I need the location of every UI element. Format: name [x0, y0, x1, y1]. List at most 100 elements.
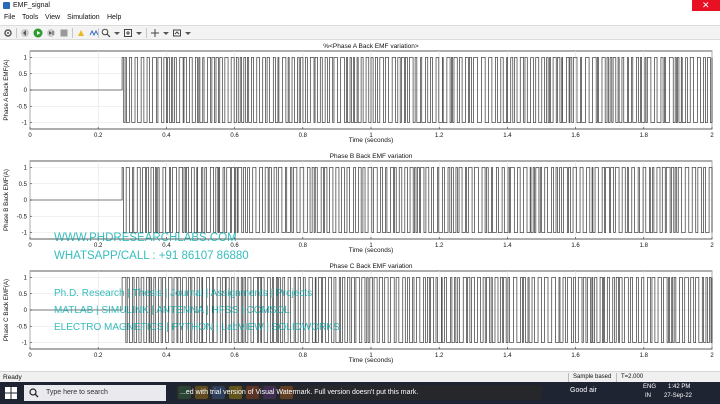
watermark-phone: WHATSAPP/CALL : +91 86107 86880	[54, 250, 249, 262]
x-axis-label: Time (seconds)	[349, 357, 394, 364]
watermark-topics: ELECTRO MAGNETICS | PYTHON | LabVIEW | S…	[54, 322, 340, 333]
trial-watermark-banner: ...ed with trial version of Visual Water…	[176, 385, 542, 400]
x-tick-label: 0.2	[94, 353, 103, 359]
watermark-services: Ph.D. Research | Thesis | Journal | Assi…	[54, 288, 313, 299]
x-tick-label: 1.4	[503, 353, 512, 359]
region-indicator[interactable]: IN	[645, 393, 651, 399]
language-indicator[interactable]: ENG	[643, 384, 656, 390]
x-tick-label: 1.2	[435, 243, 444, 249]
y-tick-label: 1	[24, 166, 28, 172]
plot-title: Phase C Back EMF variation	[329, 263, 412, 270]
x-tick-label: 1.2	[435, 353, 444, 359]
x-tick-label: 0.8	[299, 133, 308, 139]
y-tick-label: 0.5	[19, 182, 28, 188]
stop-icon[interactable]	[59, 28, 69, 38]
x-tick-label: 2	[710, 243, 714, 249]
watermark-website: WWW.PHDRESEARCHLABS.COM	[54, 232, 237, 244]
x-axis-label: Time (seconds)	[349, 247, 394, 254]
x-tick-label: 0	[28, 353, 32, 359]
fit-icon[interactable]	[123, 28, 133, 38]
toolbar-separator	[16, 28, 17, 38]
run-icon[interactable]	[33, 28, 43, 38]
x-tick-label: 1.4	[503, 243, 512, 249]
x-tick-label: 0.4	[162, 133, 171, 139]
y-axis-label: Phase C Back EMF(A)	[3, 279, 10, 341]
x-tick-label: 0.2	[94, 133, 103, 139]
menu-tools[interactable]: Tools	[22, 12, 38, 24]
plot-title: Phase B Back EMF variation	[330, 153, 413, 160]
y-tick-label: -1	[22, 341, 28, 347]
y-tick-label: 1	[24, 56, 28, 62]
window-titlebar: EMF_signal ✕	[0, 0, 720, 11]
menu-file[interactable]: File	[4, 12, 15, 24]
back-icon[interactable]	[20, 28, 30, 38]
x-tick-label: 0	[28, 133, 32, 139]
menu-bar: File Tools View Simulation Help	[0, 12, 720, 24]
x-tick-label: 1.4	[503, 133, 512, 139]
y-tick-label: -1	[22, 121, 28, 127]
clock-date[interactable]: 27-Sep-22	[664, 393, 692, 399]
scope-toolbar	[0, 25, 720, 40]
status-separator	[568, 373, 569, 382]
watermark-tools: MATLAB | SIMULINK | ANTENNA | HFSS | COM…	[54, 305, 290, 316]
highlight-icon[interactable]	[76, 28, 86, 38]
y-tick-label: 0	[24, 308, 28, 314]
clock-time[interactable]: 1:42 PM	[668, 384, 690, 390]
y-tick-label: 1	[24, 276, 28, 282]
chevron-down-icon[interactable]	[134, 28, 144, 38]
menu-simulation[interactable]: Simulation	[67, 12, 100, 24]
close-button[interactable]: ✕	[692, 0, 720, 11]
search-placeholder: Type here to search	[46, 389, 108, 396]
weather-status[interactable]: Good air	[570, 387, 597, 394]
x-tick-label: 1.6	[571, 353, 580, 359]
gear-icon[interactable]	[3, 28, 13, 38]
taskbar-search-box[interactable]: Type here to search	[24, 385, 166, 401]
x-axis-label: Time (seconds)	[349, 137, 394, 144]
cursor-icon[interactable]	[150, 28, 160, 38]
matlab-app-icon	[3, 2, 10, 9]
x-tick-label: 2	[710, 133, 714, 139]
y-axis-label: Phase A Back EMF(A)	[3, 59, 10, 120]
y-tick-label: -1	[22, 231, 28, 237]
menu-view[interactable]: View	[45, 12, 60, 24]
zoom-icon[interactable]	[101, 28, 111, 38]
x-tick-label: 1.6	[571, 243, 580, 249]
x-tick-label: 1.8	[640, 133, 649, 139]
y-tick-label: 0	[24, 198, 28, 204]
x-tick-label: 1.2	[435, 133, 444, 139]
y-axis-label: Phase B Back EMF(A)	[3, 169, 10, 231]
toolbar-separator	[146, 28, 147, 38]
x-tick-label: 1.8	[640, 353, 649, 359]
window-title: EMF_signal	[13, 2, 50, 9]
x-tick-label: 2	[710, 353, 714, 359]
windows-start-icon[interactable]	[4, 386, 18, 400]
scope-plot-area: %<Phase A Back EMF variation> 0 0.2 0.4 0.6 0…	[0, 41, 720, 371]
x-tick-label: 0.6	[230, 353, 239, 359]
y-tick-label: 0.5	[19, 72, 28, 78]
toolbar-separator	[98, 28, 99, 38]
close-icon: ✕	[702, 0, 710, 10]
y-tick-label: -0.5	[17, 324, 28, 330]
y-tick-label: 0	[24, 88, 28, 94]
step-icon[interactable]	[46, 28, 56, 38]
y-tick-label: 0.5	[19, 292, 28, 298]
menu-help[interactable]: Help	[107, 12, 121, 24]
x-tick-label: 0.8	[299, 243, 308, 249]
search-icon	[29, 388, 39, 398]
plot-title: %<Phase A Back EMF variation>	[323, 43, 419, 50]
x-tick-label: 0	[28, 243, 32, 249]
status-bar: Ready Sample based T=2.000	[0, 371, 720, 382]
x-tick-label: 1.8	[640, 243, 649, 249]
x-tick-label: 0.4	[162, 353, 171, 359]
y-tick-label: -0.5	[17, 104, 28, 110]
chevron-down-icon[interactable]	[161, 28, 171, 38]
y-tick-label: -0.5	[17, 214, 28, 220]
x-tick-label: 0.8	[299, 353, 308, 359]
chevron-down-icon[interactable]	[112, 28, 122, 38]
x-tick-label: 0.6	[230, 133, 239, 139]
status-separator	[616, 373, 617, 382]
x-tick-label: 1.6	[571, 133, 580, 139]
measure-icon[interactable]	[172, 28, 182, 38]
chevron-down-icon[interactable]	[183, 28, 193, 38]
toolbar-separator	[72, 28, 73, 38]
